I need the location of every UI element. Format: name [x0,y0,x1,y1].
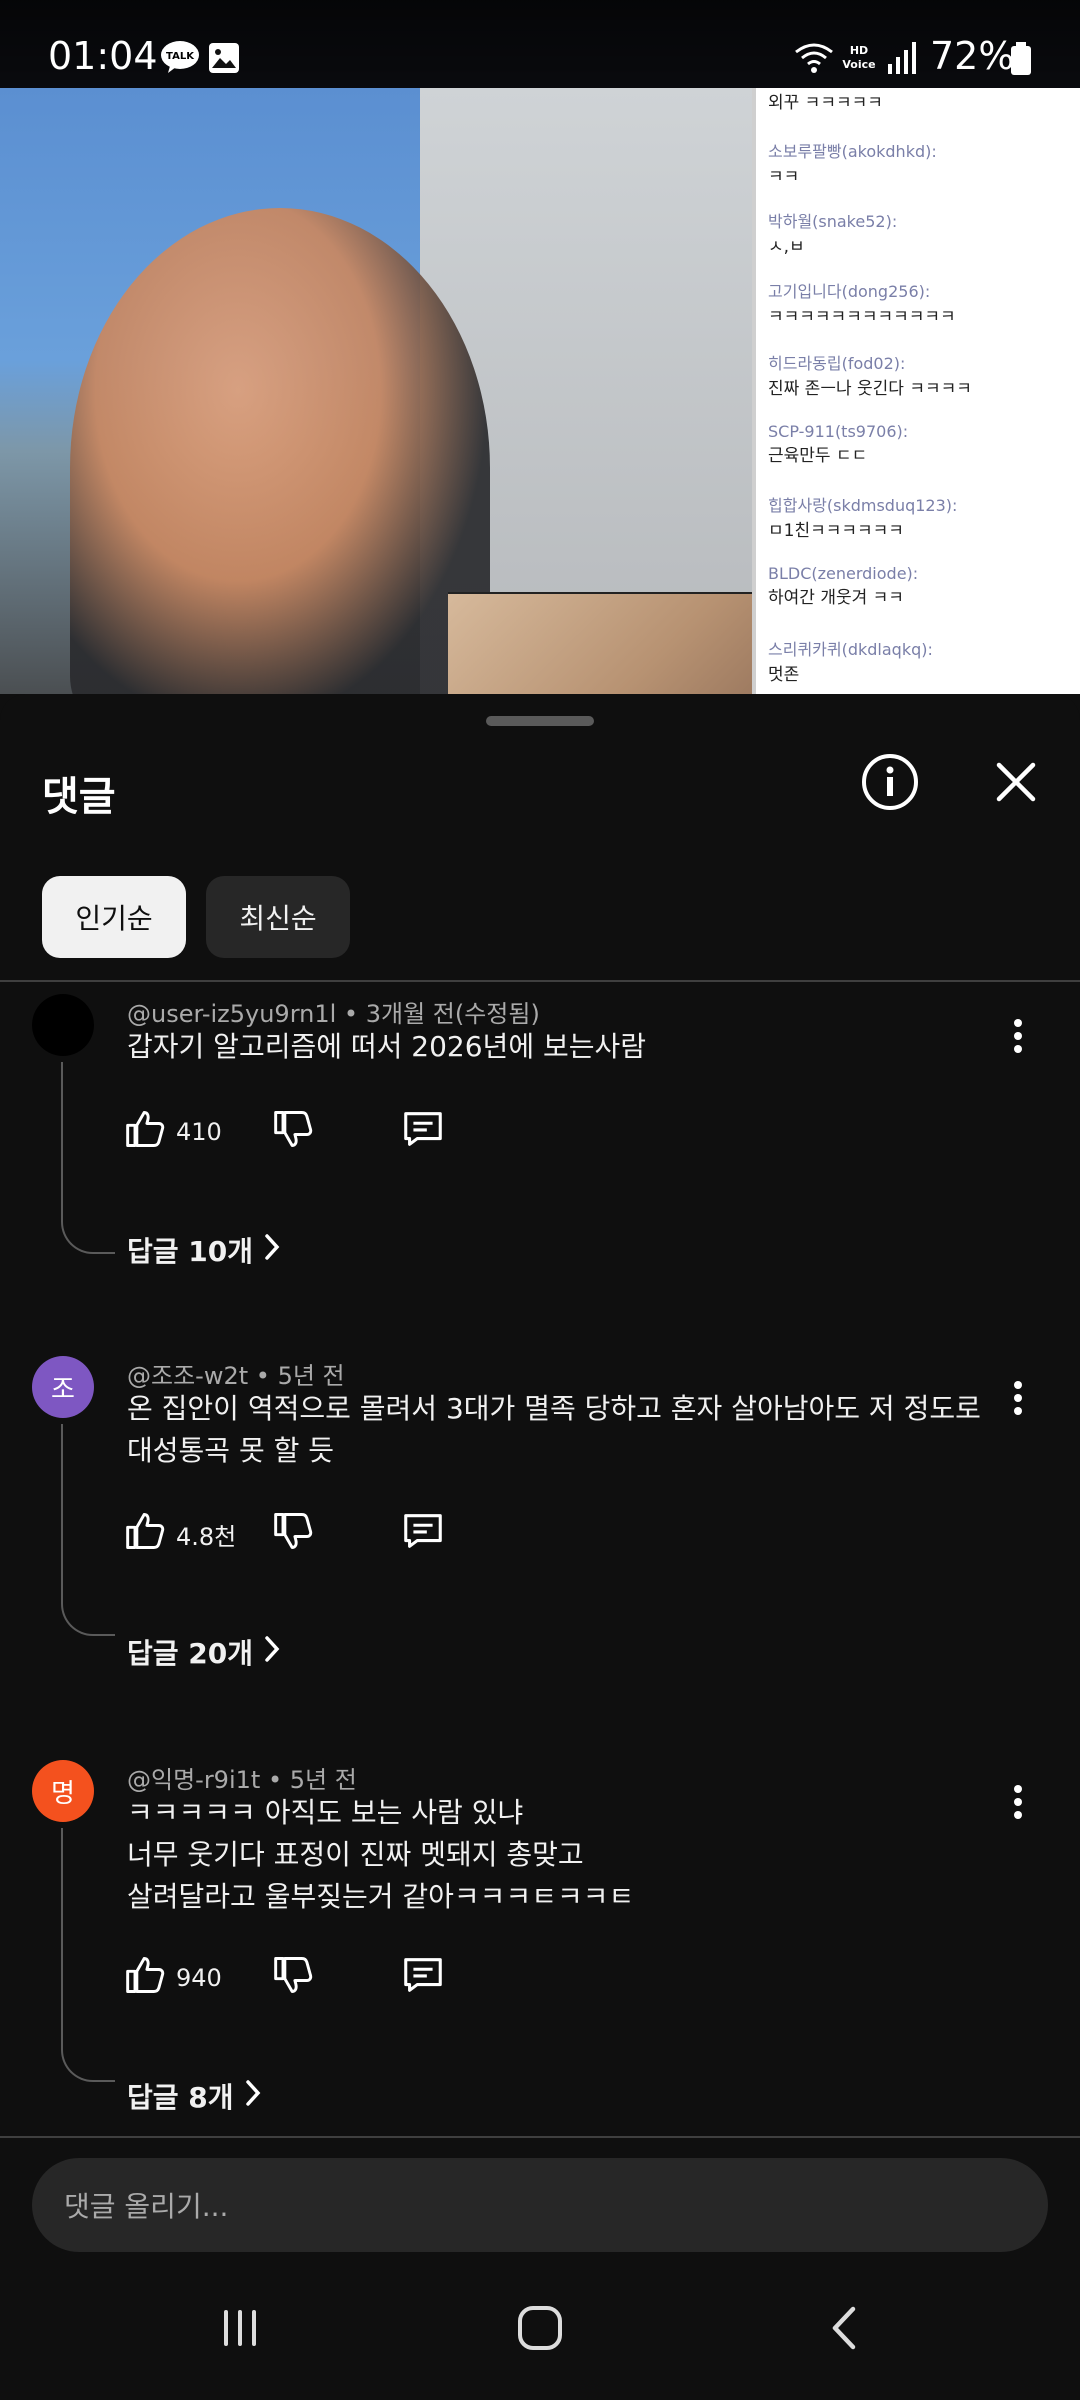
comment-author[interactable]: @user-iz5yu9rn1l [127,1000,336,1028]
chevron-right-icon [263,1635,281,1670]
thread-line [61,1062,115,1254]
comment-actions: 4.8천 [124,1506,442,1562]
comment-input[interactable]: 댓글 올리기... [32,2158,1048,2252]
thumbs-down-icon [272,1953,316,2003]
comment-time: 3개월 전(수정됨) [365,1000,540,1028]
thumbs-down-icon [272,1509,316,1559]
replies-toggle[interactable]: 답글 8개 [127,2076,262,2116]
like-button[interactable]: 940 [124,1953,222,2003]
like-button[interactable]: 4.8천 [124,1509,236,1559]
back-icon[interactable] [804,2292,884,2364]
chat-line: BLDC(zenerdiode): 하여간 개웃겨 ㅋㅋ [768,564,919,608]
clock: 01:04 [48,34,158,78]
sheet-title: 댓글 [42,774,116,820]
comment-text: 갑자기 알고리즘에 떠서 2026년에 보는사람 [127,1030,647,1063]
video-frame [0,88,754,694]
chat-line: 히드라동립(fod02): 진짜 존ㅡ나 웃긴다 ㅋㅋㅋㅋ [768,354,972,399]
reply-comment-icon [400,1106,446,1158]
chat-line: 스리퀴카퀴(dkdlaqkq): 멋존 [768,640,933,685]
reply-button[interactable] [400,1952,446,2004]
like-count: 4.8천 [176,1522,237,1551]
reply-comment-icon [400,1508,446,1560]
sort-chip-newest[interactable]: 최신순 [206,876,350,958]
comment-actions: 940 [124,1950,442,2006]
signal-icon [888,42,918,78]
replies-toggle[interactable]: 답글 10개 [127,1230,281,1270]
comment-author[interactable]: @익명-r9i1t [127,1766,260,1794]
chevron-right-icon [244,2079,262,2114]
chat-line: 힙합사랑(skdmsduq123): ㅁ1친ㅋㅋㅋㅋㅋㅋ [768,496,958,541]
dislike-button[interactable] [272,1509,316,1559]
battery-percent: 72% [930,34,1015,78]
comment-text: 온 집안이 역적으로 몰려서 3대가 멸족 당하고 혼자 살아남아도 저 정도로… [127,1392,981,1467]
chevron-right-icon [263,1233,281,1268]
system-nav-bar [0,2256,1080,2400]
comment-meta: @user-iz5yu9rn1l • 3개월 전(수정됨) [127,1000,540,1028]
reply-comment-icon [400,1952,446,2004]
dislike-button[interactable] [272,1107,316,1157]
recent-apps-icon[interactable] [200,2292,280,2364]
status-bar: 01:04 TALK HD Voice 72% [0,0,1080,88]
thumbs-up-icon [124,1107,168,1157]
more-options-icon[interactable] [998,1006,1038,1066]
reply-button[interactable] [400,1106,446,1158]
comment-actions: 410 [124,1104,442,1160]
svg-text:TALK: TALK [166,51,195,62]
comment-author[interactable]: @조조-w2t [127,1362,248,1390]
sheet-divider [0,980,1080,982]
avatar[interactable] [32,994,94,1056]
thread-line [61,1828,115,2082]
sort-chip-popular[interactable]: 인기순 [42,876,186,958]
comment-meta: @익명-r9i1t • 5년 전 [127,1766,357,1794]
avatar[interactable]: 조 [32,1356,94,1418]
chat-line: SCP-911(ts9706): 근육만두 ㄷㄷ [768,422,909,466]
like-count: 410 [176,1118,222,1146]
info-icon[interactable] [858,750,922,814]
close-icon[interactable] [984,750,1048,814]
wifi-icon [794,42,834,78]
battery-icon [1010,42,1032,80]
gallery-icon [208,42,240,78]
thread-line [61,1424,115,1636]
hd-voice-icon: HD Voice [842,44,876,71]
drag-handle[interactable] [486,716,594,726]
comment-time: 5년 전 [289,1766,357,1794]
talk-icon: TALK [160,40,200,78]
thumbs-up-icon [124,1953,168,2003]
chat-line: 외꾸 ㅋㅋㅋㅋㅋ [768,93,883,113]
like-count: 940 [176,1964,222,1992]
chat-line: 소보루팔빵(akokdhkd): ㅋㅋ [768,142,937,187]
comment-composer-bar: 댓글 올리기... [0,2136,1080,2258]
more-options-icon[interactable] [998,1368,1038,1428]
stream-chat-overlay: 외꾸 ㅋㅋㅋㅋㅋ 소보루팔빵(akokdhkd): ㅋㅋ 박하월(snake52)… [752,88,1080,694]
thumbs-up-icon [124,1509,168,1559]
chat-line: 고기입니다(dong256): ㅋㅋㅋㅋㅋㅋㅋㅋㅋㅋㅋㅋ [768,282,956,327]
replies-toggle[interactable]: 답글 20개 [127,1632,281,1672]
like-button[interactable]: 410 [124,1107,222,1157]
chat-line: 박하월(snake52): ㅅ,ㅂ [768,212,898,257]
comment-meta: @조조-w2t • 5년 전 [127,1362,345,1390]
avatar[interactable]: 명 [32,1760,94,1822]
thumbs-down-icon [272,1107,316,1157]
home-icon[interactable] [500,2292,580,2364]
comment-text: ㅋㅋㅋㅋㅋ 아직도 보는 사람 있냐 너무 웃기다 표정이 진짜 멧돼지 총맞고… [127,1796,635,1913]
video-inset-cam [448,592,754,694]
reply-button[interactable] [400,1508,446,1560]
dislike-button[interactable] [272,1953,316,2003]
comment-time: 5년 전 [277,1362,345,1390]
video-player[interactable]: 외꾸 ㅋㅋㅋㅋㅋ 소보루팔빵(akokdhkd): ㅋㅋ 박하월(snake52)… [0,0,1080,694]
more-options-icon[interactable] [998,1772,1038,1832]
